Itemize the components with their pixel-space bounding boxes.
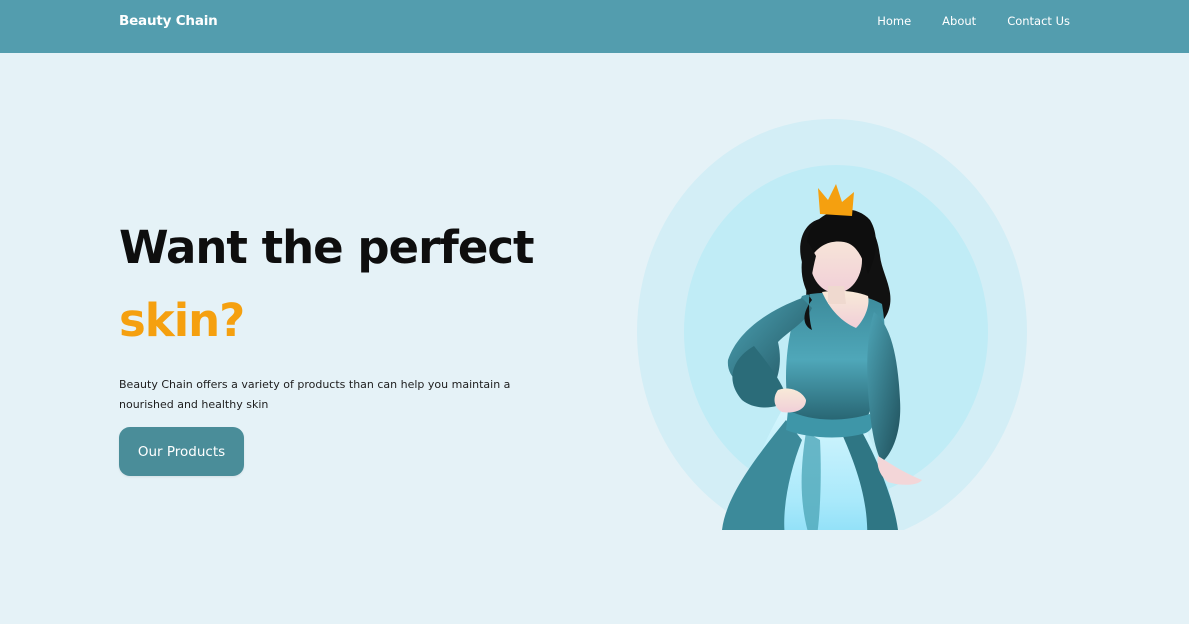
neck — [828, 286, 846, 304]
top-navbar: Beauty Chain Home About Contact Us — [0, 0, 1189, 53]
nav-link-about[interactable]: About — [942, 14, 976, 28]
princess-illustration — [630, 60, 1040, 564]
our-products-button[interactable]: Our Products — [119, 427, 244, 476]
nav-link-home[interactable]: Home — [877, 14, 911, 28]
hero-description: Beauty Chain offers a variety of product… — [119, 378, 511, 411]
hero-headline-accent: skin? — [119, 294, 245, 347]
hero-headline: Want the perfect — [119, 221, 535, 274]
princess-illustration-svg — [637, 119, 1027, 564]
skirt-fold-center — [801, 432, 821, 550]
nav-link-contact[interactable]: Contact Us — [1007, 14, 1070, 28]
nav-links: Home About Contact Us — [877, 14, 1070, 28]
brand-logo-link[interactable]: Beauty Chain — [119, 13, 218, 29]
